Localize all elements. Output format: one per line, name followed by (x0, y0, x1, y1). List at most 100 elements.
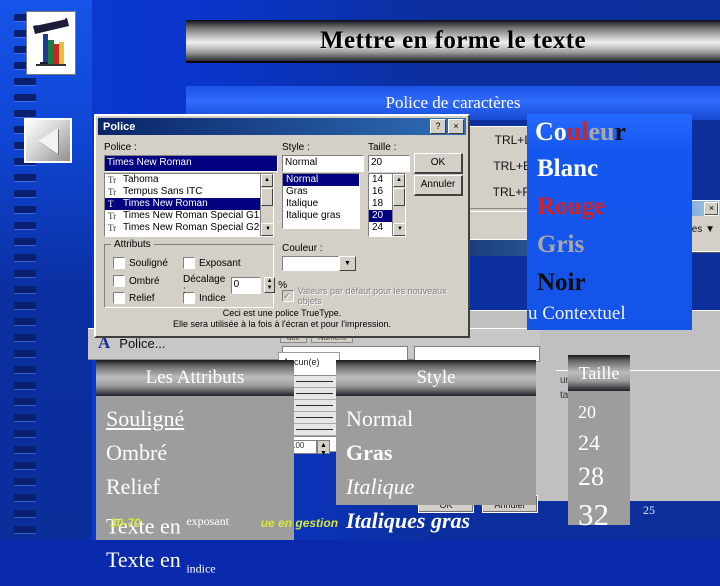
decalage-label: Décalage : (183, 274, 226, 296)
font-style-input[interactable]: Normal (282, 155, 364, 172)
scroll-down-icon[interactable]: ▼ (261, 223, 273, 236)
font-list-scrollbar[interactable]: ▲ ▼ (260, 174, 273, 236)
spinner-arrows-icon[interactable]: ▲ ▼ (317, 440, 330, 457)
style-list-item-selected[interactable]: Normal (283, 174, 359, 186)
font-dialog[interactable]: Police ? × Police : Style : Taille : Tim… (94, 114, 470, 338)
checkbox-label: Relief (129, 292, 155, 304)
style-list-item[interactable]: Italique gras (283, 210, 359, 222)
font-list[interactable]: Tr Tahoma Tr Tempus Sans ITC T Times New… (104, 173, 274, 237)
decalage-input[interactable]: 0 (230, 276, 261, 294)
panel-attributs-title: Les Attributs (96, 360, 294, 396)
couleur-item-rouge: Rouge (537, 193, 606, 220)
scroll-up-icon[interactable]: ▲ (393, 174, 405, 187)
couleur-panel-title: Couleur (527, 114, 692, 150)
scroll-up-icon[interactable]: ▲ (261, 174, 273, 187)
filmstrip-dash (14, 110, 36, 117)
font-list-item-selected[interactable]: T Times New Roman (105, 198, 273, 210)
size-list-scrollbar[interactable]: ▲ ▼ (392, 174, 405, 236)
checkbox-box[interactable] (183, 257, 195, 269)
page-number: 25 (643, 503, 655, 517)
checkbox-exposant[interactable]: Exposant (183, 257, 241, 269)
couleur-title-letter: r (614, 117, 627, 146)
attribut-relief: Relief (106, 474, 160, 499)
filmstrip-dash (14, 478, 36, 485)
style-list[interactable]: Normal Gras Italique Italique gras (282, 173, 360, 229)
couleur-item-noir: Noir (537, 269, 586, 296)
taille-24: 24 (578, 430, 600, 455)
font-list-item[interactable]: Tr Times New Roman Special G1 (105, 210, 273, 222)
back-arrow-icon[interactable] (24, 118, 72, 163)
filmstrip-dash (14, 94, 36, 101)
slide-title-banner: Mettre en forme le texte (186, 20, 720, 63)
filmstrip-dash (14, 414, 36, 421)
couleur-combobox[interactable]: ▼ (282, 256, 356, 271)
truetype-icon: Tr (108, 175, 117, 185)
attribut-ombre: Ombré (106, 440, 168, 465)
attribut-indice-sub: indice (186, 561, 216, 576)
help-icon[interactable]: ? (430, 119, 446, 134)
chevron-down-icon[interactable]: ▼ (339, 256, 356, 271)
filmstrip-dash (14, 366, 36, 373)
decalage-row[interactable]: Décalage : 0 ▲ ▼ % (183, 274, 287, 296)
style-list-item[interactable]: Gras (283, 186, 359, 198)
footer-title: ue en gestion (260, 516, 339, 530)
couleur-item-gris: Gris (537, 231, 585, 258)
filmstrip-dash (14, 206, 36, 213)
checkbox-ombre[interactable]: Ombré (113, 275, 160, 287)
close-icon[interactable]: × (704, 201, 719, 216)
font-list-item[interactable]: Tr Times New Roman Special G2 (105, 222, 273, 234)
attributs-group-caption: Attributs (111, 239, 154, 250)
font-list-item[interactable]: Tr Tahoma (105, 174, 273, 186)
back-arrow-triangle (38, 127, 58, 154)
close-icon[interactable]: × (448, 119, 464, 134)
font-dialog-titlebar[interactable]: Police ? × (98, 118, 466, 135)
couleur-item-blanc: Blanc (537, 155, 599, 182)
checkbox-valeurs-defaut[interactable]: ✓ Valeurs par défaut pour les nouveaux o… (282, 286, 468, 306)
scroll-thumb[interactable] (393, 188, 405, 206)
truetype-icon: Tr (108, 223, 117, 233)
filmstrip-dash (14, 254, 36, 261)
checkbox-box[interactable] (113, 257, 125, 269)
filmstrip-dash (14, 398, 36, 405)
page-title: Mettre en forme le texte (320, 27, 586, 54)
taille-20: 20 (578, 402, 596, 422)
filmstrip-dash (14, 430, 36, 437)
checkbox-box[interactable]: ✓ (282, 290, 294, 302)
filmstrip-dash (14, 334, 36, 341)
label-taille: Taille : (368, 142, 397, 153)
couleur-title-letter: o (553, 117, 567, 146)
label-style: Style : (282, 142, 310, 153)
filmstrip-dash (14, 78, 36, 85)
books-building-logo-icon (26, 11, 76, 75)
scroll-down-icon[interactable]: ▼ (393, 223, 405, 236)
font-size-input[interactable]: 20 (368, 155, 410, 172)
checkbox-box[interactable] (113, 275, 125, 287)
filmstrip-decoration (14, 14, 36, 534)
truetype-icon: T (108, 199, 114, 209)
font-dialog-title: Police (103, 120, 136, 133)
decalage-spinner-icon[interactable]: ▲ ▼ (263, 277, 276, 293)
font-list-item[interactable]: Tr Tempus Sans ITC (105, 186, 273, 198)
size-list[interactable]: 14 16 18 20 24 ▲ ▼ (368, 173, 406, 237)
small-window-label: es (691, 224, 703, 235)
filmstrip-dash (14, 446, 36, 453)
checkbox-label: Ombré (129, 275, 160, 287)
couleur-title-letter: C (535, 117, 554, 146)
background-spinner[interactable]: 100 ▲ ▼ (288, 440, 330, 457)
label-couleur: Couleur : (282, 243, 323, 254)
checkbox-souligne[interactable]: Souligné (113, 257, 168, 269)
style-list-item[interactable]: Italique (283, 198, 359, 210)
truetype-icon: Tr (108, 187, 117, 197)
checkbox-relief[interactable]: Relief (113, 292, 155, 304)
font-name-input[interactable]: Times New Roman (104, 155, 278, 172)
filmstrip-dash (14, 526, 36, 533)
footer: 30-70 ue en gestion (92, 512, 720, 534)
style-gras: Gras (346, 440, 393, 465)
checkbox-box[interactable] (113, 292, 125, 304)
truetype-note-line2: Elle sera utilisée à la fois à l'écran e… (172, 319, 392, 329)
scroll-thumb[interactable] (261, 188, 273, 206)
filmstrip-dash (14, 222, 36, 229)
cancel-button[interactable]: Annuler (414, 175, 463, 196)
ok-button[interactable]: OK (414, 153, 463, 174)
section-band-label: Police de caractères (385, 93, 521, 112)
